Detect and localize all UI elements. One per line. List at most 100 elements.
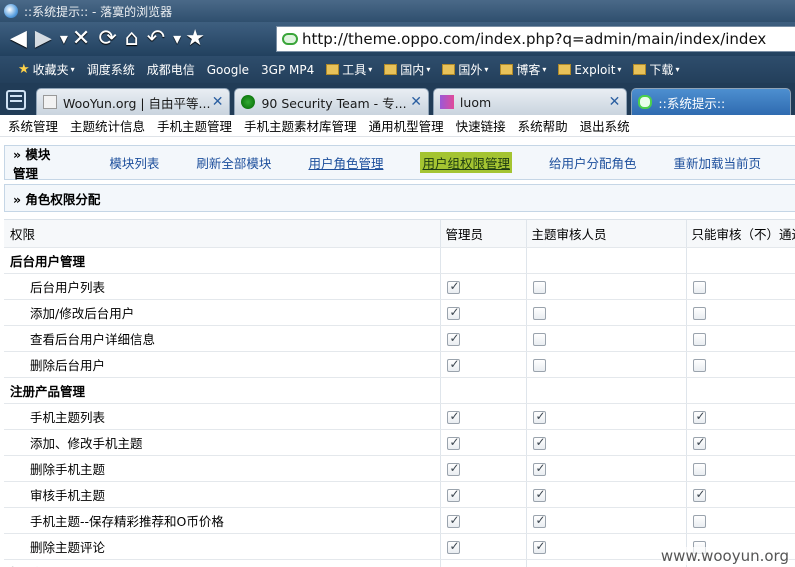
permission-checkbox[interactable] xyxy=(533,333,547,346)
empty-cell xyxy=(440,247,527,274)
undo-close-icon[interactable]: ↶ xyxy=(147,28,165,50)
checkbox-cell xyxy=(526,273,687,300)
checkbox-cell xyxy=(440,325,527,352)
permission-checkbox[interactable] xyxy=(693,487,707,502)
tab-wooyun[interactable]: WooYun.org | 自由平等... ✕ xyxy=(35,88,231,115)
menu-system-admin[interactable]: 系统管理 xyxy=(8,116,58,135)
tab-system-notice[interactable]: ::系统提示:: xyxy=(631,88,791,115)
favorites-bar: ★ 收藏夹 ▾ 调度系统 成都电信 Google 3GP MP4 工具 ▾ 国内 ▾ 国… xyxy=(0,56,795,182)
menu-help[interactable]: 系统帮助 xyxy=(518,116,568,135)
undo-dropdown-icon[interactable]: ▾ xyxy=(173,28,181,50)
header-theme-reviewer: 主题审核人员 xyxy=(526,219,687,248)
empty-cell xyxy=(526,247,687,274)
permission-checkbox[interactable] xyxy=(693,281,707,294)
address-bar[interactable]: http://theme.oppo.com/index.php?q=admin/… xyxy=(276,26,795,52)
permission-checkbox[interactable] xyxy=(693,515,707,528)
fav-folder-blogs[interactable]: 博客 ▾ xyxy=(500,61,546,78)
permission-checkbox[interactable] xyxy=(447,539,461,554)
group-label: 模块管理 xyxy=(4,559,441,567)
permission-checkbox[interactable] xyxy=(447,487,461,502)
table-header-row: 权限 管理员 主题审核人员 只能审核（不）通过 xyxy=(4,219,795,248)
assign-role-link[interactable]: 给用户分配角色 xyxy=(549,153,637,172)
history-dropdown-icon[interactable]: ▾ xyxy=(60,28,68,50)
refresh-icon[interactable]: ⟳ xyxy=(98,28,116,50)
fav-folder-downloads[interactable]: 下载 ▾ xyxy=(633,61,679,78)
group-permission-link[interactable]: 用户组权限管理 xyxy=(420,152,512,173)
permission-checkbox[interactable] xyxy=(693,463,707,476)
permission-checkbox[interactable] xyxy=(533,461,547,476)
menu-theme-admin[interactable]: 手机主题管理 xyxy=(157,116,232,135)
fav-folder-foreign[interactable]: 国外 ▾ xyxy=(442,61,488,78)
permission-checkbox[interactable] xyxy=(533,435,547,450)
fav-item-3gp[interactable]: 3GP MP4 xyxy=(0,63,314,182)
role-permission-heading: » 角色权限分配 xyxy=(13,191,101,207)
permission-checkbox[interactable] xyxy=(533,359,547,372)
checkbox-cell xyxy=(686,507,795,534)
role-management-link[interactable]: 用户角色管理 xyxy=(308,153,383,172)
table-row: 后台用户列表 xyxy=(4,273,795,300)
forward-icon[interactable]: ▶ xyxy=(35,28,52,50)
tab-luom[interactable]: luom ✕ xyxy=(432,88,628,115)
permission-checkbox[interactable] xyxy=(533,539,547,554)
tab-close-icon[interactable]: ✕ xyxy=(609,94,621,110)
table-row: 手机主题--保存精彩推荐和O币价格 xyxy=(4,507,795,534)
home-icon[interactable]: ⌂ xyxy=(125,28,139,50)
menu-theme-stats[interactable]: 主题统计信息 xyxy=(70,116,145,135)
fav-item-telecom[interactable]: 成都电信 xyxy=(0,61,195,182)
permission-label: 手机主题列表 xyxy=(4,403,441,430)
permission-checkbox[interactable] xyxy=(533,281,547,294)
spider-icon xyxy=(241,95,256,109)
fav-folder-domestic[interactable]: 国内 ▾ xyxy=(384,61,430,78)
permission-checkbox[interactable] xyxy=(693,435,707,450)
permission-checkbox[interactable] xyxy=(447,357,461,372)
permission-checkbox[interactable] xyxy=(693,333,707,346)
refresh-modules-link[interactable]: 刷新全部模块 xyxy=(196,153,271,172)
tab-menu-icon[interactable] xyxy=(6,90,26,110)
fav-folder-tools[interactable]: 工具 ▾ xyxy=(326,61,372,78)
fav-item-favorites[interactable]: ★ 收藏夹 ▾ xyxy=(18,61,75,78)
permission-checkbox[interactable] xyxy=(447,461,461,476)
stop-icon[interactable]: ✕ xyxy=(72,28,90,50)
back-icon[interactable]: ◀ xyxy=(10,28,27,50)
permission-checkbox[interactable] xyxy=(533,513,547,528)
menu-quick-links[interactable]: 快速链接 xyxy=(456,116,506,135)
window-title: ::系统提示:: - 落寞的浏览器 xyxy=(24,4,173,19)
tab-close-icon[interactable]: ✕ xyxy=(212,94,224,110)
permission-checkbox[interactable] xyxy=(447,513,461,528)
empty-cell xyxy=(526,377,687,404)
folder-icon xyxy=(500,64,514,75)
permission-checkbox[interactable] xyxy=(447,279,461,294)
tab-90sec[interactable]: 90 Security Team - 专... ✕ xyxy=(234,88,429,115)
permission-checkbox[interactable] xyxy=(693,307,707,320)
menu-logout[interactable]: 退出系统 xyxy=(580,116,630,135)
permission-label: 删除后台用户 xyxy=(4,351,441,378)
permission-checkbox[interactable] xyxy=(693,359,707,372)
module-list-link[interactable]: 模块列表 xyxy=(109,153,159,172)
checkbox-cell xyxy=(526,507,687,534)
permission-checkbox[interactable] xyxy=(447,331,461,346)
fav-item-dispatch[interactable]: 调度系统 xyxy=(0,61,135,182)
checkbox-cell xyxy=(440,273,527,300)
checkbox-cell xyxy=(686,351,795,378)
table-row: 删除手机主题 xyxy=(4,455,795,482)
permission-checkbox[interactable] xyxy=(533,409,547,424)
permission-checkbox[interactable] xyxy=(533,307,547,320)
browser-window: ::系统提示:: - 落寞的浏览器 ◀ ▶ ▾ ✕ ⟳ ⌂ ↶ ▾ ★ http… xyxy=(0,0,795,567)
permission-checkbox[interactable] xyxy=(533,487,547,502)
favorite-star-icon[interactable]: ★ xyxy=(185,28,205,50)
fav-folder-exploit[interactable]: Exploit ▾ xyxy=(558,63,621,77)
watermark: www.wooyun.org xyxy=(660,547,789,565)
menu-material-admin[interactable]: 手机主题素材库管理 xyxy=(244,116,357,135)
folder-icon xyxy=(442,64,456,75)
permission-checkbox[interactable] xyxy=(447,305,461,320)
header-review-only: 只能审核（不）通过 xyxy=(686,219,795,248)
permission-checkbox[interactable] xyxy=(693,409,707,424)
fav-item-google[interactable]: Google xyxy=(0,63,249,182)
tab-close-icon[interactable]: ✕ xyxy=(410,94,422,110)
reload-page-link[interactable]: 重新加载当前页 xyxy=(673,153,761,172)
star-icon: ★ xyxy=(18,62,30,77)
module-heading: » 模块管理 xyxy=(13,146,51,181)
menu-model-admin[interactable]: 通用机型管理 xyxy=(369,116,444,135)
permission-checkbox[interactable] xyxy=(447,409,461,424)
permission-checkbox[interactable] xyxy=(447,435,461,450)
